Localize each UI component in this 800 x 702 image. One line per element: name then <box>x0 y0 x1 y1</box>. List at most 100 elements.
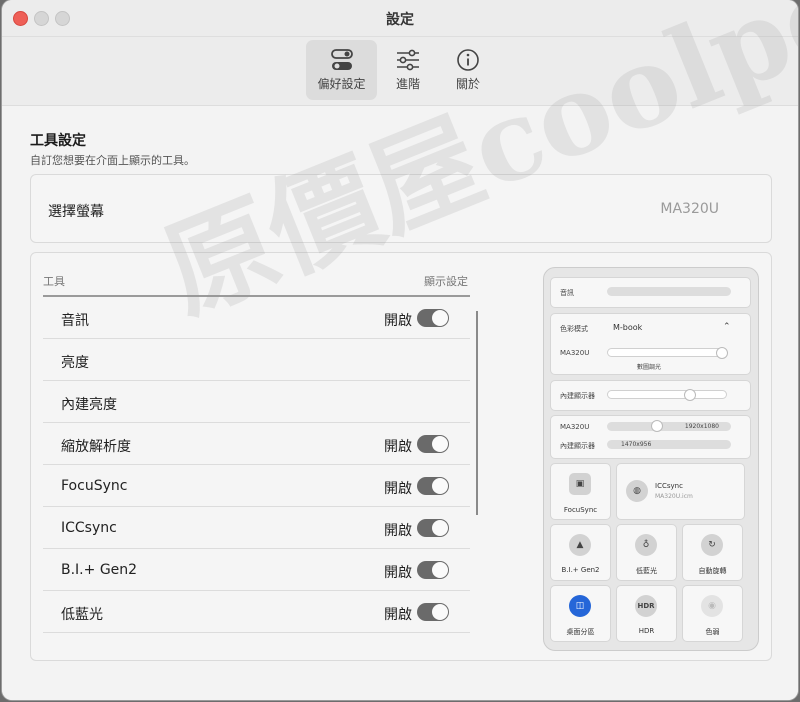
tab-label: 關於 <box>455 77 480 91</box>
tool-row-label: 亮度 <box>61 355 89 371</box>
preview-tile-bi: ▲ B.I.+ Gen2 <box>550 524 611 581</box>
preview-builtin-label: 內建顯示器 <box>560 392 595 400</box>
preview-builtin-slider <box>607 389 727 401</box>
tab-about[interactable]: 關於 <box>447 40 489 100</box>
settings-window: 設定 偏好設定 進階 關於 工具設定 自訂您想要在介面上顯示的工具。 選擇螢幕 … <box>2 0 798 700</box>
tool-row-label: B.I.+ Gen2 <box>61 562 138 578</box>
tool-toggle[interactable] <box>417 519 449 537</box>
hdr-icon: HDR <box>635 595 657 617</box>
tool-toggle[interactable] <box>417 435 449 453</box>
preview-resolution-card: MA320U 1920x1080 內建顯示器 1470x956 <box>550 415 751 459</box>
preview-res-builtin-slider: 1470x956 <box>607 440 731 449</box>
preview-tile-split: ◫ 桌面分區 <box>550 585 611 642</box>
tool-row: FocuSync 開啟 <box>43 465 470 507</box>
tool-toggle[interactable] <box>417 603 449 621</box>
tool-row-state: 開啟 <box>384 439 412 455</box>
tool-row-label: 內建亮度 <box>61 397 117 413</box>
slider-knob <box>651 420 663 432</box>
preview-color-mode-value: M-book <box>613 323 643 332</box>
tool-row: 縮放解析度 開啟 <box>43 423 470 465</box>
preview-iccsync-file: MA320U.icm <box>655 493 693 500</box>
tool-toggle[interactable] <box>417 477 449 495</box>
tool-row: 音訊 開啟 <box>43 297 470 339</box>
tool-row: ICCsync 開啟 <box>43 507 470 549</box>
tool-row-state: 開啟 <box>384 481 412 497</box>
preview-tile-label: 色弱 <box>705 628 720 636</box>
preview-color-card: 色彩模式 M-book ⌃ MA320U 數圖調光 <box>550 313 751 375</box>
preview-focusync-tile: ▣ FocuSync <box>550 463 611 520</box>
toggle-knob <box>432 604 448 620</box>
preview-audio-card: 音訊 <box>550 277 751 308</box>
preview-res-monitor-value: 1920x1080 <box>684 423 719 430</box>
tool-row-label: ICCsync <box>61 520 117 536</box>
tab-label: 進階 <box>395 77 420 91</box>
toggle-knob <box>432 310 448 326</box>
tool-row: B.I.+ Gen2 開啟 <box>43 549 470 591</box>
tab-label: 偏好設定 <box>317 77 366 91</box>
monitor-selector[interactable]: 選擇螢幕 MA320U <box>30 174 772 243</box>
preview-tile-label: 自動旋轉 <box>698 567 727 575</box>
sliders-icon <box>397 49 419 71</box>
tool-row-state: 開啟 <box>384 313 412 329</box>
tool-row-state: 開啟 <box>384 565 412 581</box>
tab-preferences[interactable]: 偏好設定 <box>306 40 377 100</box>
preview-tile-lowblue: ♁ 低藍光 <box>616 524 677 581</box>
section-title: 工具設定 <box>30 133 86 149</box>
iccsync-icon: ◍ <box>626 480 648 502</box>
preview-res-builtin: 內建顯示器 <box>560 442 595 450</box>
preview-color-mode-label: 色彩模式 <box>560 325 588 333</box>
toggle-knob <box>432 478 448 494</box>
preview-res-monitor-slider: 1920x1080 <box>607 420 731 432</box>
split-icon: ◫ <box>569 595 591 617</box>
tools-panel: 工具 顯示設定 音訊 開啟 亮度 內建亮度 縮放解析度 開啟 FocuSync 開啟 ICCsy… <box>30 252 772 661</box>
tool-row-state: 開啟 <box>384 523 412 539</box>
preview-tile-label: 低藍光 <box>636 567 657 575</box>
preview-brightness-slider <box>607 347 728 359</box>
preview-brightness-sub: 數圖調光 <box>637 364 662 371</box>
window-title: 設定 <box>386 12 414 28</box>
preview-res-builtin-value: 1470x956 <box>621 441 652 448</box>
preview-iccsync-tile: ◍ ICCsync MA320U.icm <box>616 463 745 520</box>
tool-row: 低藍光 開啟 <box>43 591 470 633</box>
tool-row-label: FocuSync <box>61 478 128 494</box>
toggles-icon <box>330 49 353 70</box>
preview-tile-hdr: HDR HDR <box>616 585 677 642</box>
preview-res-monitor: MA320U <box>560 423 590 431</box>
preview-tile-colorblind: ◉ 色弱 <box>682 585 743 642</box>
preview-brightness-monitor: MA320U <box>560 349 590 357</box>
rotate-icon: ↻ <box>701 534 723 556</box>
focusync-icon: ▣ <box>569 473 591 495</box>
preview-tile-label: HDR <box>638 627 655 635</box>
tool-row: 內建亮度 <box>43 381 470 423</box>
chevron-updown-icon: ⌃ <box>723 322 731 332</box>
eye-icon: ◉ <box>701 595 723 617</box>
preview-audio-slider <box>607 287 731 296</box>
bulb-icon: ♁ <box>635 534 657 556</box>
toggle-knob <box>432 436 448 452</box>
monitor-label: 選擇螢幕 <box>48 204 104 220</box>
toggle-knob <box>432 562 448 578</box>
preview-focusync-label: FocuSync <box>563 506 598 514</box>
preview-tile-label: B.I.+ Gen2 <box>561 566 600 574</box>
preview-tile-label: 桌面分區 <box>566 628 595 636</box>
preview-audio-label: 音訊 <box>560 289 574 297</box>
toolbar: 偏好設定 進階 關於 <box>2 37 798 106</box>
scrollbar[interactable] <box>476 311 478 515</box>
section-subtitle: 自訂您想要在介面上顯示的工具。 <box>30 154 195 167</box>
bi-icon: ▲ <box>569 534 591 556</box>
preview-tile-rotate: ↻ 自動旋轉 <box>682 524 743 581</box>
tool-row: 亮度 <box>43 339 470 381</box>
content-area: 工具設定 自訂您想要在介面上顯示的工具。 選擇螢幕 MA320U 工具 顯示設定… <box>2 106 798 700</box>
tool-toggle[interactable] <box>417 561 449 579</box>
preview-builtin-card: 內建顯示器 <box>550 380 751 411</box>
tab-advanced[interactable]: 進階 <box>387 40 429 100</box>
monitor-value: MA320U <box>660 201 719 217</box>
tool-row-label: 縮放解析度 <box>61 439 131 455</box>
preview-panel: 音訊 色彩模式 M-book ⌃ MA320U 數圖調光 內建顯示器 MA320… <box>543 267 759 651</box>
tool-row-state: 開啟 <box>384 607 412 623</box>
tool-toggle[interactable] <box>417 309 449 327</box>
preview-iccsync-title: ICCsync <box>655 482 683 490</box>
tool-row-label: 音訊 <box>61 313 89 329</box>
slider-knob <box>716 347 728 359</box>
toggle-knob <box>432 520 448 536</box>
